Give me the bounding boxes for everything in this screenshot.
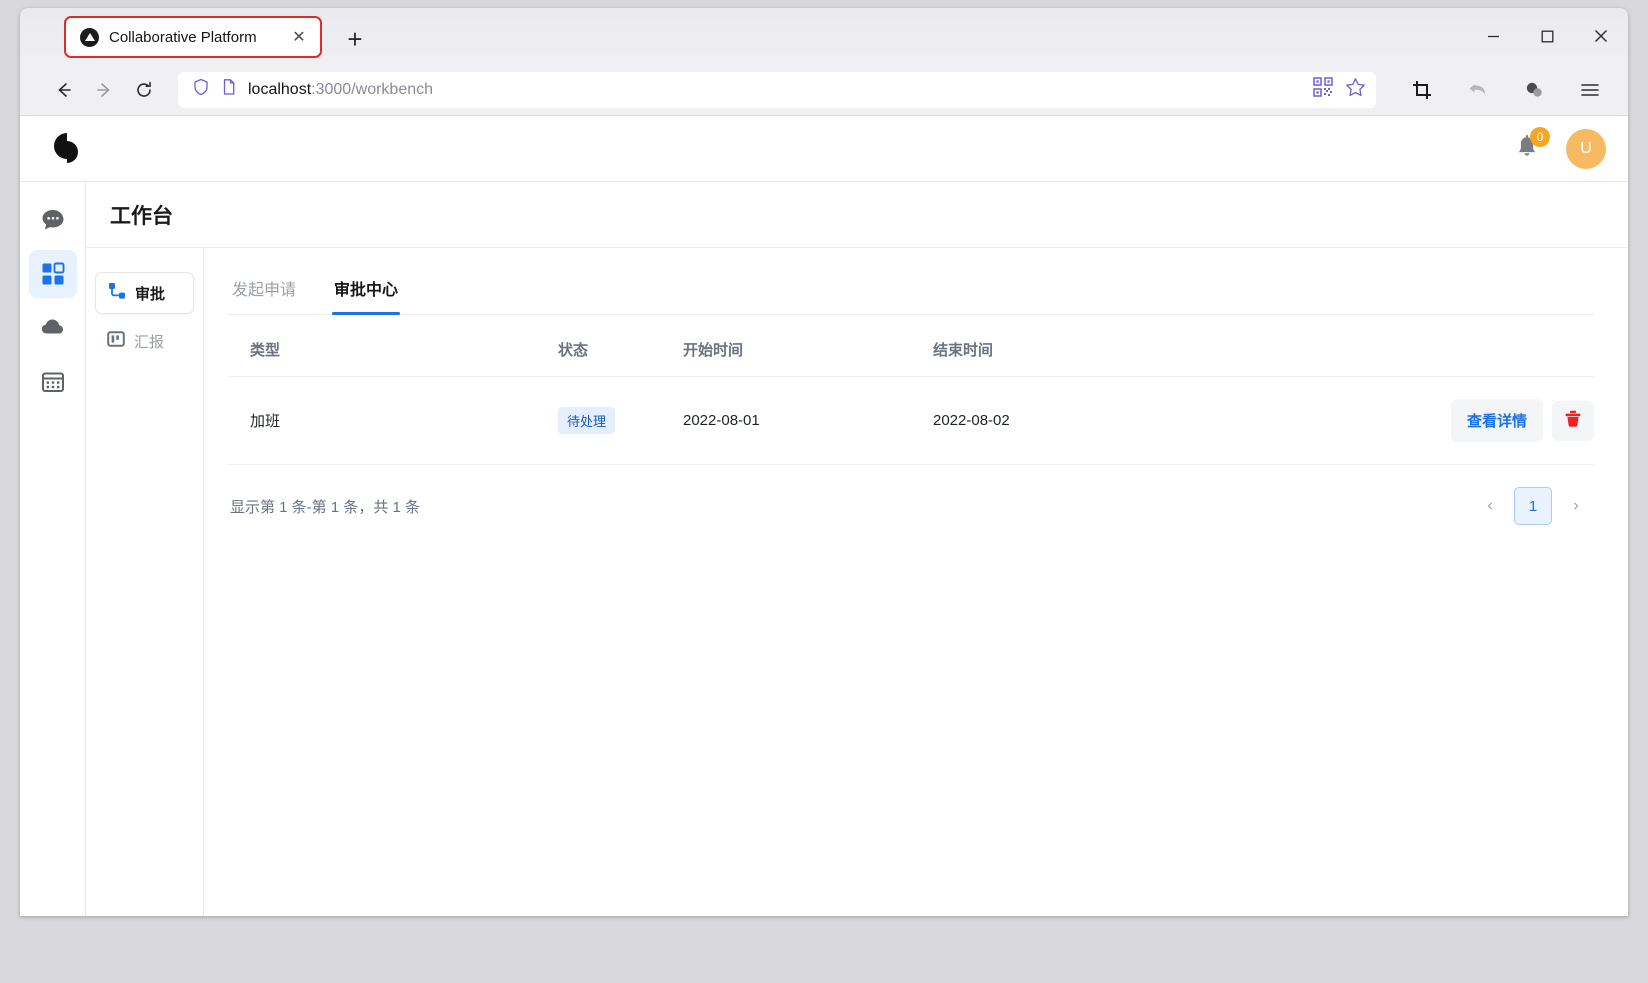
sidebar-item-calendar[interactable] xyxy=(29,358,77,406)
submenu-item-label: 审批 xyxy=(135,285,166,303)
table-header-row: 类型 状态 开始时间 结束时间 xyxy=(228,321,1594,377)
table-body: 加班 待处理 2022-08-01 2022-08-02 查看详情 xyxy=(228,376,1594,465)
browser-navigation-bar: localhost:3000/workbench xyxy=(20,64,1628,116)
new-tab-button[interactable]: + xyxy=(338,22,372,56)
column-header-type: 类型 xyxy=(228,321,558,377)
page-icon xyxy=(220,78,238,101)
pagination-next-button[interactable]: › xyxy=(1560,490,1592,522)
content-area: 工作台 审批 汇报 发起申请 审批中心 类型 状态 开始时间 结束时间 加班 待… xyxy=(86,182,1628,916)
pagination: ‹ 1 › xyxy=(1474,487,1592,525)
cell-actions: 查看详情 xyxy=(1183,376,1594,465)
notifications-button[interactable]: 0 xyxy=(1514,126,1550,164)
notification-count-badge: 0 xyxy=(1530,126,1550,147)
page-title: 工作台 xyxy=(110,204,173,228)
panes: 审批 汇报 发起申请 审批中心 类型 状态 开始时间 结束时间 加班 待处理 2… xyxy=(86,248,1628,916)
collaborative-platform-logo[interactable] xyxy=(52,131,88,167)
shield-icon[interactable] xyxy=(192,78,210,101)
qr-code-icon[interactable] xyxy=(1313,77,1333,102)
submenu-item-report[interactable]: 汇报 xyxy=(95,320,194,362)
forward-button[interactable] xyxy=(84,73,124,107)
tab-approval-center[interactable]: 审批中心 xyxy=(332,270,401,315)
tab-submit-application[interactable]: 发起申请 xyxy=(230,270,298,314)
column-header-start-time: 开始时间 xyxy=(683,321,933,377)
avatar[interactable]: U xyxy=(1566,128,1606,169)
main-panel: 发起申请 审批中心 类型 状态 开始时间 结束时间 加班 待处理 2022-08… xyxy=(204,248,1628,916)
submenu: 审批 汇报 xyxy=(86,248,204,916)
app-header: 0 U xyxy=(20,116,1628,182)
url-text: localhost:3000/workbench xyxy=(248,81,1303,99)
extension-icon[interactable] xyxy=(1514,73,1554,107)
tab-bar: 发起申请 审批中心 xyxy=(228,270,1594,315)
page-title-bar: 工作台 xyxy=(86,182,1628,248)
bookmark-star-icon[interactable] xyxy=(1345,77,1366,103)
cell-type: 加班 xyxy=(228,376,558,465)
url-bar[interactable]: localhost:3000/workbench xyxy=(178,71,1376,108)
url-host: localhost xyxy=(248,80,312,98)
cell-end-time: 2022-08-02 xyxy=(933,376,1183,465)
table-row: 加班 待处理 2022-08-01 2022-08-02 查看详情 xyxy=(228,376,1594,465)
close-window-button[interactable] xyxy=(1574,12,1628,60)
view-detail-button[interactable]: 查看详情 xyxy=(1450,399,1543,442)
reload-button[interactable] xyxy=(124,73,164,107)
browser-window: Collaborative Platform ✕ + localhost:300… xyxy=(20,8,1628,916)
column-header-status: 状态 xyxy=(558,321,683,377)
pagination-prev-button[interactable]: ‹ xyxy=(1474,490,1506,522)
menu-icon[interactable] xyxy=(1570,73,1610,107)
trash-icon xyxy=(1563,409,1583,432)
crop-icon[interactable] xyxy=(1402,73,1442,107)
pagination-summary: 显示第 1 条-第 1 条，共 1 条 xyxy=(230,498,421,516)
page-viewport: 0 U 工作台 审批 汇报 发起申请 审批中心 类型 状态 开始时间 结束时间 … xyxy=(20,116,1628,916)
url-path: :3000/workbench xyxy=(311,80,434,98)
browser-toolbar-icons xyxy=(1386,73,1610,107)
table-footer: 显示第 1 条-第 1 条，共 1 条 ‹ 1 › xyxy=(228,465,1594,525)
delete-button[interactable] xyxy=(1552,400,1594,441)
submenu-item-label: 汇报 xyxy=(134,333,165,351)
table-header: 类型 状态 开始时间 结束时间 xyxy=(228,321,1594,377)
approval-table: 类型 状态 开始时间 结束时间 加班 待处理 2022-08-01 2022-0… xyxy=(228,321,1594,465)
maximize-button[interactable] xyxy=(1520,12,1574,60)
status-badge: 待处理 xyxy=(558,407,616,434)
browser-tab[interactable]: Collaborative Platform ✕ xyxy=(64,16,322,58)
browser-tab-strip: Collaborative Platform ✕ + xyxy=(20,8,1628,64)
report-icon xyxy=(107,330,125,352)
app-sidebar-rail xyxy=(20,182,86,916)
back-button[interactable] xyxy=(44,73,84,107)
approval-icon xyxy=(108,282,126,304)
triangle-favicon xyxy=(80,27,99,47)
app-body: 工作台 审批 汇报 发起申请 审批中心 类型 状态 开始时间 结束时间 加班 待… xyxy=(20,182,1628,916)
cell-status: 待处理 xyxy=(558,376,683,465)
submenu-item-approval[interactable]: 审批 xyxy=(95,272,194,314)
window-controls xyxy=(1466,8,1628,64)
cell-start-time: 2022-08-01 xyxy=(683,376,933,465)
urlbar-actions xyxy=(1313,77,1366,103)
pagination-page-1[interactable]: 1 xyxy=(1514,487,1552,525)
browser-tab-title: Collaborative Platform xyxy=(109,28,257,46)
column-header-end-time: 结束时间 xyxy=(933,321,1183,377)
header-actions: 0 U xyxy=(1514,126,1606,169)
sidebar-item-workbench[interactable] xyxy=(28,250,77,298)
sidebar-item-chat[interactable] xyxy=(29,196,77,244)
minimize-button[interactable] xyxy=(1466,12,1520,60)
close-tab-icon[interactable]: ✕ xyxy=(288,26,310,48)
undo-icon[interactable] xyxy=(1458,73,1498,107)
column-header-actions xyxy=(1183,321,1594,377)
sidebar-item-cloud[interactable] xyxy=(29,304,77,352)
